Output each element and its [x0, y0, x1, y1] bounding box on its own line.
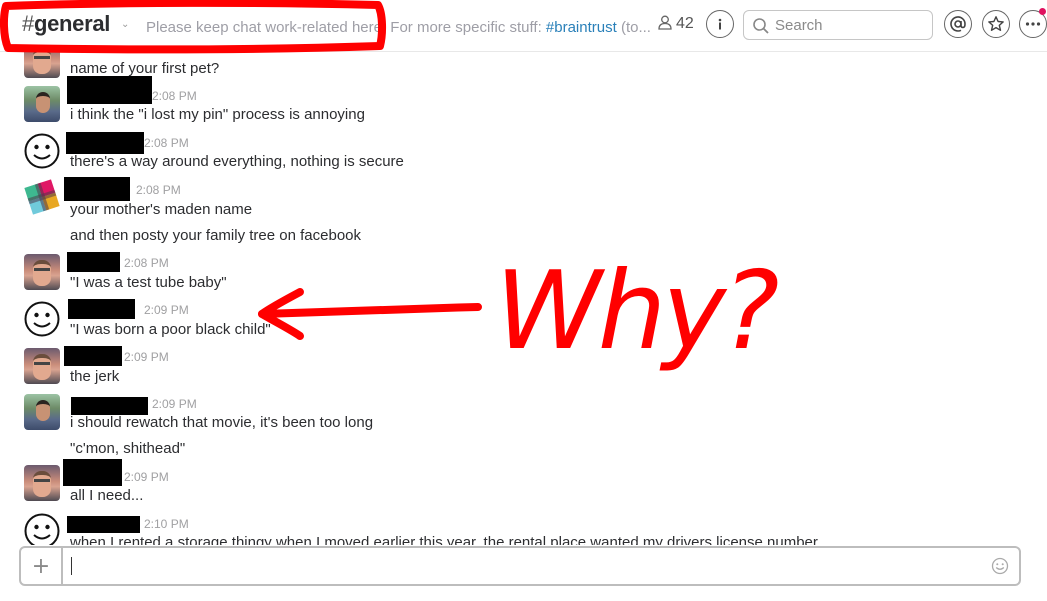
star-icon: [988, 16, 1004, 31]
message-text: the jerk: [70, 368, 120, 385]
message-text: all I need...: [70, 487, 144, 504]
topic-tail: (to...: [616, 19, 651, 36]
message-timestamp[interactable]: 2:08 PM: [152, 89, 197, 103]
message-timestamp[interactable]: 2:09 PM: [124, 350, 169, 364]
at-sign-icon: [950, 16, 966, 32]
slack-logo-icon: [24, 179, 60, 215]
redacted-username: [68, 299, 135, 319]
redacted-username: [66, 132, 144, 154]
avatar[interactable]: [24, 513, 60, 545]
message-timestamp[interactable]: 2:09 PM: [152, 397, 197, 411]
channel-hash: #: [22, 11, 34, 36]
channel-info-button[interactable]: [706, 10, 734, 38]
text-cursor: [71, 557, 72, 575]
message-text: name of your first pet?: [70, 60, 220, 77]
redacted-username: [71, 397, 148, 415]
channel-topic[interactable]: Please keep chat work-related here. For …: [146, 19, 651, 36]
search-icon: [753, 18, 769, 34]
member-count: 42: [676, 15, 694, 32]
avatar[interactable]: [24, 179, 60, 215]
search-placeholder: Search: [775, 17, 823, 34]
redacted-username: [63, 459, 122, 486]
redacted-username: [67, 516, 140, 533]
message-text: i think the "i lost my pin" process is a…: [70, 106, 365, 123]
person-icon: [658, 15, 672, 30]
starred-button[interactable]: [982, 10, 1010, 38]
notification-dot: [1039, 8, 1046, 15]
avatar[interactable]: [24, 348, 60, 384]
redacted-username: [67, 76, 152, 104]
message-text: "I was a test tube baby": [70, 274, 227, 291]
mentions-button[interactable]: [944, 10, 972, 38]
channel-header: #general ⌄ Please keep chat work-related…: [0, 0, 1047, 52]
message-text: your mother's maden name: [70, 201, 253, 218]
smiley-face-icon: [24, 301, 60, 337]
topic-channel-link[interactable]: #braintrust: [546, 19, 617, 36]
avatar[interactable]: [24, 254, 60, 290]
message-timestamp[interactable]: 2:08 PM: [124, 256, 169, 270]
message-text: "c'mon, shithead": [70, 440, 186, 457]
redacted-username: [64, 346, 122, 366]
message-timestamp[interactable]: 2:08 PM: [144, 136, 189, 150]
channel-title[interactable]: #general: [22, 11, 110, 37]
avatar[interactable]: [24, 465, 60, 501]
info-icon: [718, 18, 722, 30]
message-text: i should rewatch that movie, it's been t…: [70, 414, 374, 431]
message-text: there's a way around everything, nothing…: [70, 153, 404, 170]
redacted-username: [67, 252, 120, 272]
avatar[interactable]: [24, 86, 60, 122]
ellipsis-icon: [1025, 22, 1041, 26]
redacted-username: [64, 177, 130, 201]
member-count-button[interactable]: 42: [658, 15, 694, 33]
add-attachment-button[interactable]: +: [21, 548, 63, 584]
message-timestamp[interactable]: 2:09 PM: [144, 303, 189, 317]
avatar[interactable]: [24, 394, 60, 430]
search-input[interactable]: Search: [743, 10, 933, 40]
channel-name: general: [33, 11, 111, 36]
chevron-down-icon[interactable]: ⌄: [121, 19, 129, 30]
smiley-face-icon: [24, 513, 60, 545]
message-timestamp[interactable]: 2:09 PM: [124, 470, 169, 484]
avatar[interactable]: [24, 301, 60, 337]
message-text: when I rented a storage thingy when I mo…: [70, 534, 818, 545]
message-text: and then posty your family tree on faceb…: [70, 227, 362, 244]
annotation-why-text: Why?: [495, 249, 779, 374]
smiley-face-icon: [24, 133, 60, 169]
message-composer[interactable]: +: [19, 546, 1021, 586]
message-timestamp[interactable]: 2:08 PM: [136, 183, 181, 197]
message-timestamp[interactable]: 2:10 PM: [144, 517, 189, 531]
topic-text: Please keep chat work-related here. For …: [146, 19, 546, 36]
emoji-icon[interactable]: [991, 557, 1009, 575]
message-text: "I was born a poor black child": [70, 321, 271, 338]
avatar[interactable]: [24, 133, 60, 169]
